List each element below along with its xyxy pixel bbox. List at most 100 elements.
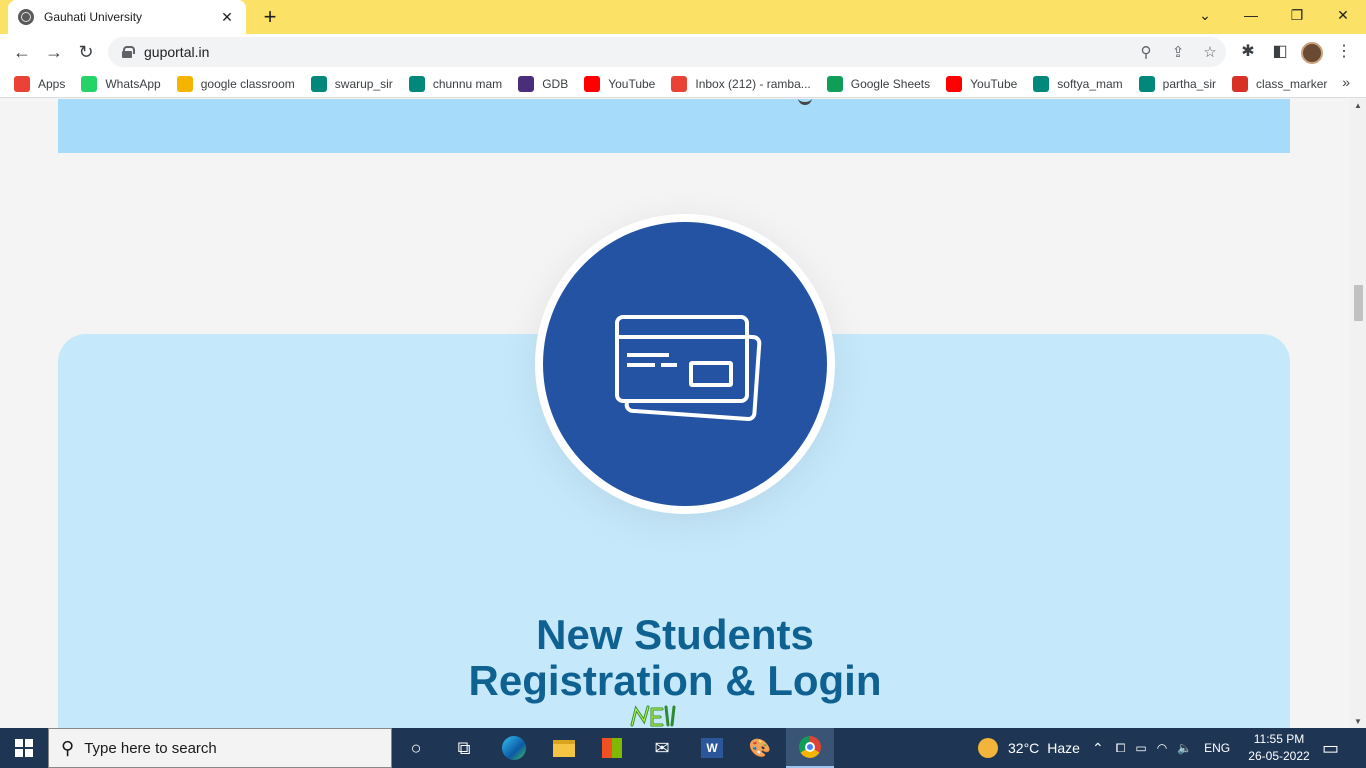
page-content: New Students Registration & Login [0,99,1350,728]
share-icon[interactable]: ⇪ [1162,43,1194,61]
search-placeholder[interactable]: Type here to search [84,740,217,757]
bookmark-item[interactable]: class_marker [1232,75,1327,92]
new-badge-icon [630,705,676,727]
card-title-line1[interactable]: New Students [0,612,1350,658]
reload-icon[interactable]: ↻ [72,38,100,66]
partial-glyph [798,99,812,105]
bookmark-label[interactable]: google classroom [201,77,295,91]
zoom-icon[interactable]: ⚲ [1130,43,1162,61]
bookmark-item[interactable]: WhatsApp [81,75,161,92]
mail-icon[interactable]: ✉ [638,728,686,768]
address-bar[interactable]: guportal.in ⚲ ⇪ ☆ [108,37,1226,67]
menu-kebab-icon[interactable]: ⋮ [1332,40,1356,64]
volume-icon[interactable]: 🔈 [1177,741,1192,755]
bookmark-item[interactable]: GDB [518,75,568,92]
battery-icon[interactable]: ▭ [1135,741,1146,755]
language-indicator[interactable]: ENG [1204,741,1230,755]
close-window-button[interactable]: ✕ [1320,0,1366,30]
bookmark-label[interactable]: YouTube [970,77,1017,91]
weather-desc: Haze [1047,740,1080,756]
apps-grid-icon [14,75,30,92]
show-hidden-icons-chevron-icon[interactable]: ⌃ [1092,740,1104,757]
bookmark-label[interactable]: class_marker [1256,77,1327,91]
lock-icon[interactable] [122,46,135,58]
weather-widget[interactable]: 32°C Haze [978,728,1080,768]
bookmark-label[interactable]: WhatsApp [105,77,160,91]
card-title[interactable]: New Students Registration & Login [0,612,1350,704]
file-explorer-icon[interactable] [540,728,588,768]
windows-start-icon[interactable] [0,728,48,768]
windows-taskbar: ⚲ Type here to search ○ ⧉ ✉ W 🎨 32°C Haz… [0,728,1366,768]
side-panel-icon[interactable]: ◧ [1268,40,1292,64]
bookmark-item[interactable]: Apps [14,75,65,92]
bookmark-label[interactable]: YouTube [608,77,655,91]
tab-close-icon[interactable]: ✕ [218,9,236,26]
scroll-up-arrow-icon[interactable]: ▲ [1354,101,1362,110]
credit-card-icon [615,315,762,421]
bookmark-label[interactable]: GDB [542,77,568,91]
url-text[interactable]: guportal.in [144,44,1130,60]
bookmark-item[interactable]: Inbox (212) - ramba... [671,75,811,92]
bookmark-item[interactable]: google classroom [176,75,295,92]
bookmark-label[interactable]: partha_sir [1163,77,1216,91]
task-view-icon[interactable]: ⧉ [440,728,488,768]
clock-date: 26-05-2022 [1248,749,1310,763]
bookmark-item[interactable]: YouTube [946,75,1017,92]
bookmark-label[interactable]: Inbox (212) - ramba... [695,77,810,91]
new-tab-button[interactable]: + [256,4,284,30]
bookmark-item[interactable]: chunnu mam [408,75,502,92]
forward-arrow-icon[interactable]: → [40,38,68,66]
extensions-puzzle-icon[interactable]: ✱ [1236,40,1260,64]
edge-browser-icon[interactable] [490,728,538,768]
profile-avatar[interactable] [1301,42,1323,64]
youtube-icon [584,75,601,92]
minimize-button[interactable]: — [1228,0,1274,30]
word-icon[interactable]: W [688,728,736,768]
card-title-line2[interactable]: Registration & Login [0,658,1350,704]
university-favicon-icon [18,9,34,25]
tab-title: Gauhati University [44,10,143,24]
cortana-circle-icon[interactable]: ○ [392,728,440,768]
maximize-button[interactable]: ❐ [1274,0,1320,30]
checkmark-icon [1232,75,1249,92]
google-sheets-icon [826,75,843,92]
bookmarks-bar: Apps WhatsApp google classroom swarup_sir ch… [0,70,1366,98]
bookmark-item[interactable]: swarup_sir [310,75,393,92]
page-scrollbar[interactable]: ▲ ▼ [1350,99,1366,728]
weather-temp: 32°C [1008,740,1040,756]
microsoft-store-icon[interactable] [588,728,636,768]
browser-tab[interactable]: Gauhati University ✕ [8,0,246,34]
bookmarks-overflow-icon[interactable]: » [1342,74,1350,90]
card-icon-circle [535,214,835,514]
bookmark-item[interactable]: softya_mam [1033,75,1123,92]
paint-icon[interactable]: 🎨 [736,728,784,768]
bookmark-label[interactable]: Google Sheets [851,77,930,91]
tab-strip: Gauhati University ✕ + ⌄ — ❐ ✕ [0,0,1366,34]
bookmark-label[interactable]: softya_mam [1057,77,1122,91]
back-arrow-icon[interactable]: ← [8,38,36,66]
bookmark-label[interactable]: Apps [38,77,65,91]
google-classroom-icon [176,75,193,92]
wifi-icon[interactable]: ◠ [1157,741,1167,755]
bookmark-item[interactable]: YouTube [584,75,655,92]
system-tray: ⌃ ⧠ ▭ ◠ 🔈 ENG [1092,728,1230,768]
bookmark-label[interactable]: chunnu mam [433,77,502,91]
taskbar-search-box[interactable]: ⚲ Type here to search [48,728,392,768]
scroll-thumb[interactable] [1354,285,1363,321]
whatsapp-icon [81,75,98,92]
system-clock[interactable]: 11:55 PM 26-05-2022 [1240,731,1318,765]
google-meet-icon [408,75,425,92]
bookmark-item[interactable]: Google Sheets [826,75,930,92]
card-icon-circle-inner [543,222,827,506]
notifications-icon[interactable]: ▭ [1322,728,1339,768]
bookmark-star-icon[interactable]: ☆ [1194,43,1226,61]
gmail-icon [671,75,688,92]
chrome-icon[interactable] [786,728,834,768]
bookmark-item[interactable]: partha_sir [1138,75,1216,92]
scroll-down-arrow-icon[interactable]: ▼ [1354,717,1362,726]
bookmark-label[interactable]: swarup_sir [335,77,393,91]
tab-search-chevron-icon[interactable]: ⌄ [1182,0,1228,30]
google-meet-icon [1138,75,1155,92]
top-banner-band [58,99,1290,153]
meet-now-icon[interactable]: ⧠ [1116,741,1126,756]
